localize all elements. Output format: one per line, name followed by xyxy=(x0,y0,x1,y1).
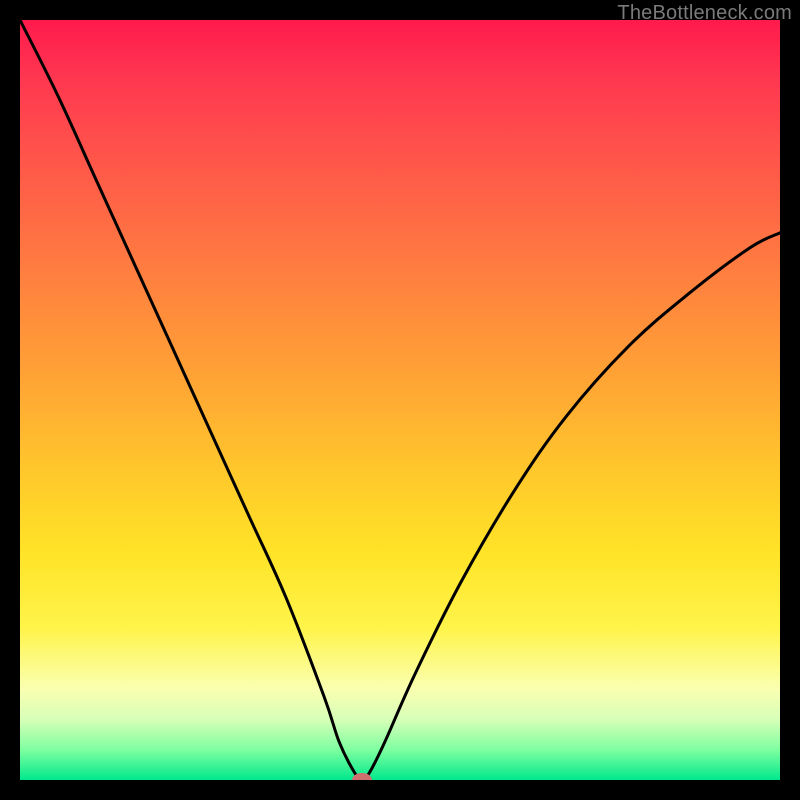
curve-path xyxy=(20,20,780,780)
optimum-marker xyxy=(352,773,372,780)
plot-area xyxy=(20,20,780,780)
bottleneck-curve xyxy=(20,20,780,780)
chart-frame: TheBottleneck.com xyxy=(0,0,800,800)
